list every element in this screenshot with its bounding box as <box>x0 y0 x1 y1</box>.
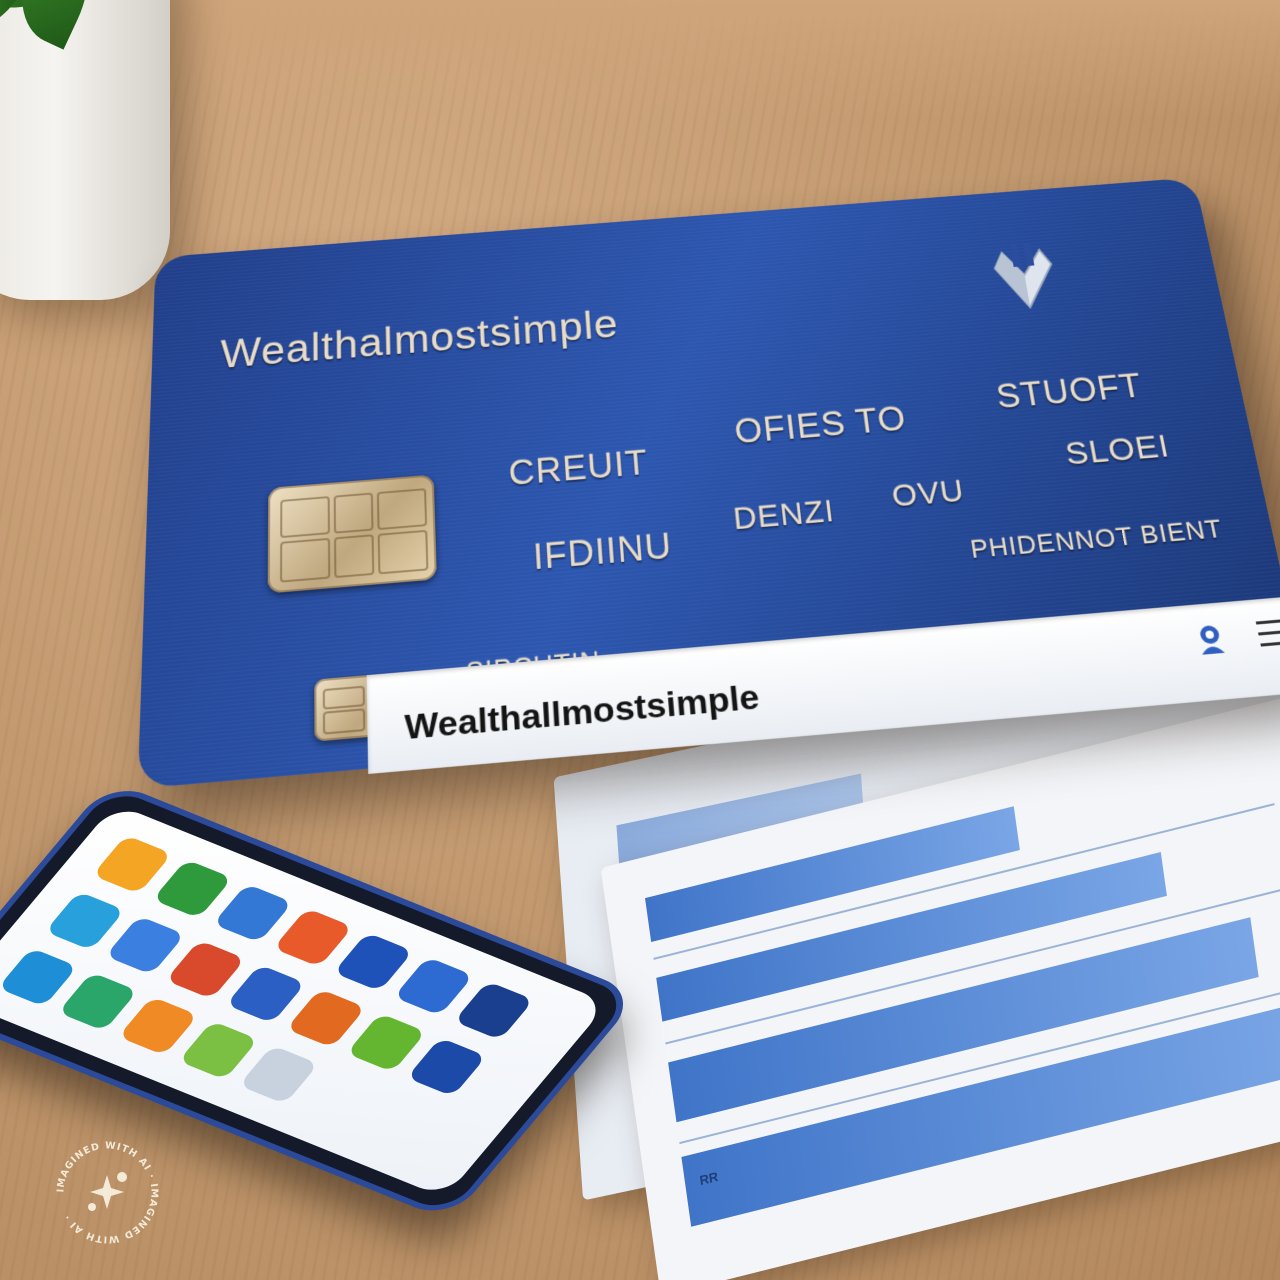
app-icon <box>238 1045 319 1105</box>
card-text: PHIDENNOT BIENT <box>968 513 1226 564</box>
brand-logo-icon <box>981 243 1068 312</box>
app-icon <box>0 947 78 1007</box>
card-text: IFDIINU <box>532 525 674 578</box>
plant-pot <box>0 0 170 300</box>
photo-scene: RR Wealthalmostsimple CREUIT OFIES TO ST… <box>0 0 1280 1280</box>
app-icon <box>453 981 534 1041</box>
app-icon <box>92 834 173 894</box>
app-icon <box>152 859 233 919</box>
background-wall <box>0 0 1280 120</box>
app-icon <box>118 996 199 1056</box>
app-icon <box>44 891 125 951</box>
app-icon <box>346 1013 427 1073</box>
card-brand: Wealthalmostsimple <box>220 302 620 377</box>
app-icon <box>285 988 367 1048</box>
bar-title: Wealthallmostsimple <box>404 677 761 748</box>
card-text: OFIES TO <box>732 399 909 451</box>
card-text: CREUIT <box>507 443 650 493</box>
card-chip <box>267 474 437 594</box>
app-icon <box>272 908 354 968</box>
app-icon <box>333 932 414 992</box>
card-text: OVU <box>889 473 967 514</box>
watermark-badge: IMAGINED WITH AI · IMAGINED WITH AI · <box>55 1140 158 1245</box>
card-text: DENZI <box>731 493 837 537</box>
app-icon <box>165 940 246 1000</box>
app-icon <box>178 1020 259 1080</box>
menu-icon <box>1255 618 1280 647</box>
app-icon <box>225 964 306 1024</box>
app-icon <box>57 972 138 1032</box>
credit-card: Wealthalmostsimple CREUIT OFIES TO STUOF… <box>137 177 1280 789</box>
app-icon <box>406 1037 487 1097</box>
app-icon <box>212 883 293 943</box>
user-icon <box>1198 624 1225 655</box>
app-icon <box>105 915 186 975</box>
sparkle-icon <box>88 1172 127 1211</box>
card-text: SLOEI <box>1062 428 1173 473</box>
card-text: STUOFT <box>993 366 1146 416</box>
app-icon <box>393 956 474 1016</box>
